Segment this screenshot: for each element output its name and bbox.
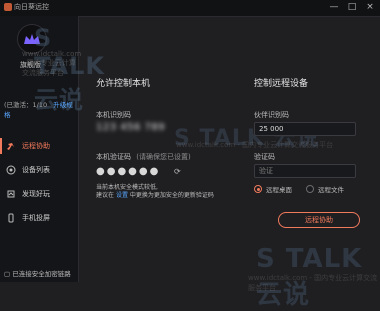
remote-verify-input[interactable]: 验证 <box>254 164 356 178</box>
sidebar-item-label: 设备列表 <box>22 166 50 174</box>
main-content: S TALK 云说 www.idctalk.com - 国内专业云计算交流服务平… <box>78 16 380 310</box>
sidebar-item-phone-mirror[interactable]: 手机投屏 <box>0 206 78 230</box>
remote-control-app: 向日葵远控 — □ × 旗舰版 S TALK 云说 www.idctalk.co… <box>0 0 380 310</box>
remote-help-icon <box>6 141 16 151</box>
identify-code-label: 本机识别码 <box>96 111 131 119</box>
discover-icon <box>6 189 16 199</box>
sidebar-item-remote-help[interactable]: 远程协助 <box>0 134 78 158</box>
close-button[interactable]: × <box>364 1 376 13</box>
license-status: (已激活：1/10 升级规格 <box>4 99 78 119</box>
window-controls: — □ × <box>328 1 376 13</box>
sidebar-item-device-list[interactable]: 设备列表 <box>0 158 78 182</box>
mode-remote-desktop[interactable]: 远程桌面 <box>254 184 292 194</box>
allow-control-panel: 允许控制本机 本机识别码 123 456 789 本机验证码 (请确保您已设置)… <box>78 16 238 282</box>
sidebar-item-label: 远程协助 <box>22 142 50 150</box>
partner-code-input[interactable]: 25 000 <box>254 122 356 136</box>
sidebar-item-label: 手机投屏 <box>22 214 50 222</box>
sidebar-item-discover[interactable]: 发现好玩 <box>0 182 78 206</box>
identify-code-value: 123 456 789 <box>96 122 166 133</box>
watermark-url: www.idctalk.com - 国内专业云计算交流服务平台 <box>22 50 82 77</box>
radio-checked-icon <box>254 185 262 193</box>
maximize-button[interactable]: □ <box>346 1 358 13</box>
minimize-button[interactable]: — <box>328 1 340 13</box>
radio-unchecked-icon <box>306 185 314 193</box>
phone-mirror-icon <box>6 213 16 223</box>
title-bar: 向日葵远控 — □ × <box>0 0 380 17</box>
remote-assist-button[interactable]: 远程协助 <box>278 212 360 228</box>
connection-mode: 远程桌面 远程文件 <box>254 184 344 194</box>
sidebar-nav: 远程协助 设备列表 发现好玩 手机投屏 <box>0 134 78 230</box>
partner-code-label: 伙伴识别码 <box>254 111 289 119</box>
verify-code-hint: (请确保您已设置) <box>136 153 191 161</box>
verify-code-label: 本机验证码 (请确保您已设置) <box>96 153 191 161</box>
connection-status: ▢ 已连接安全加密链路 <box>4 270 71 278</box>
remote-verify-label: 验证码 <box>254 153 275 161</box>
sidebar-item-label: 发现好玩 <box>22 190 50 198</box>
lock-icon: ▢ <box>4 270 11 278</box>
app-logo-icon <box>4 3 12 11</box>
license-text: (已激活：1/10 <box>4 101 48 109</box>
refresh-icon[interactable]: ⟳ <box>174 167 184 177</box>
security-note: 当前本机安全模式较低, 建议在 设置 中更换为更加安全的更新验证码 <box>96 184 214 199</box>
allow-control-title: 允许控制本机 <box>96 79 151 89</box>
watermark-url-bottom: www.idctalk.com - 国内专业云计算交流服务平台 <box>248 274 378 292</box>
settings-link[interactable]: 设置 <box>116 192 128 199</box>
window-title: 向日葵远控 <box>14 3 49 11</box>
sidebar: 旗舰版 S TALK 云说 www.idctalk.com - 国内专业云计算交… <box>0 16 104 282</box>
mode-remote-file[interactable]: 远程文件 <box>306 184 344 194</box>
device-list-icon <box>6 165 16 175</box>
control-remote-title: 控制远程设备 <box>254 79 309 89</box>
verify-code-masked: ●●●●●● <box>96 166 161 177</box>
control-remote-panel: 控制远程设备 伙伴识别码 25 000 验证码 验证 远程桌面 远程文件 远程协… <box>250 16 380 282</box>
